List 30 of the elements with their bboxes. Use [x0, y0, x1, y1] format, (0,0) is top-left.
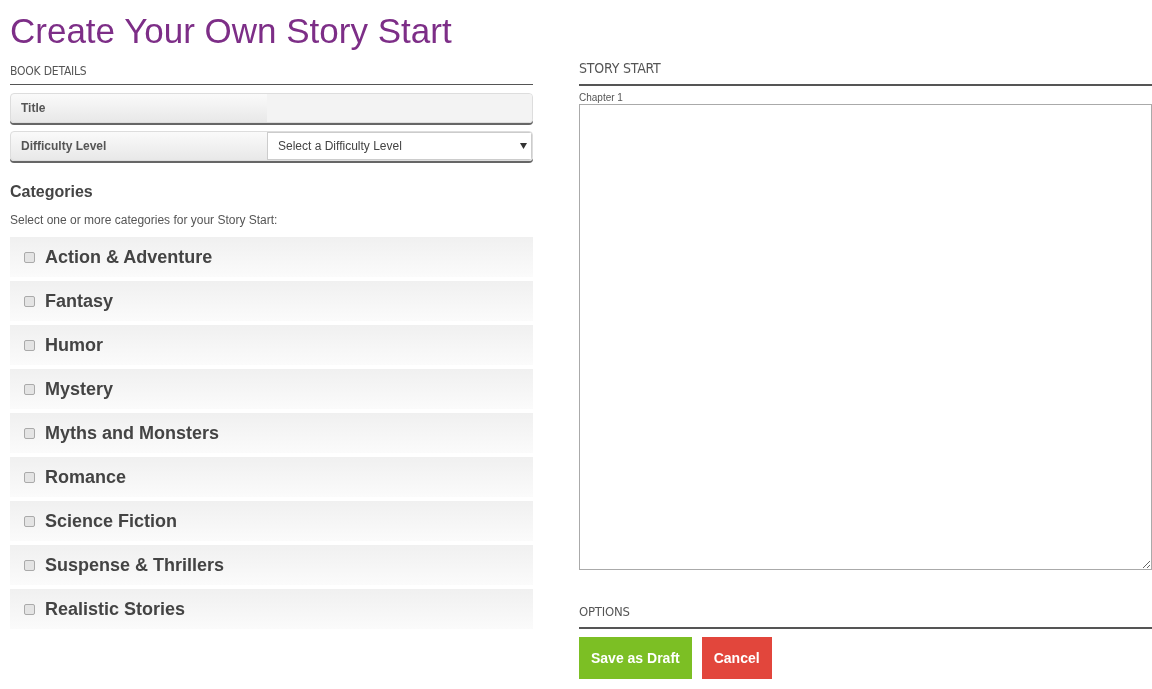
categories-hint: Select one or more categories for your Story Start:: [10, 213, 279, 227]
categories-heading: Categories: [10, 183, 94, 201]
category-label: Science Fiction: [45, 510, 178, 532]
checkbox[interactable]: [24, 339, 35, 351]
page-title: Create Your Own Story Start: [10, 10, 453, 52]
chapter-label: Chapter 1: [579, 92, 624, 103]
category-label: Romance: [45, 466, 127, 488]
field-label: Difficulty Level: [20, 138, 108, 155]
category-label: Suspense & Thrillers: [45, 554, 225, 576]
category-label: Fantasy: [45, 290, 114, 312]
checkbox[interactable]: [24, 515, 35, 527]
category-label: Humor: [45, 334, 103, 356]
save-button[interactable]: Save as Draft: [579, 637, 692, 679]
checkbox[interactable]: [24, 427, 35, 439]
difficulty-dropdown[interactable]: Select a Difficulty Level: [267, 132, 532, 160]
checkbox[interactable]: [24, 383, 35, 395]
checkbox[interactable]: [24, 559, 35, 571]
category-label: Myths and Monsters: [45, 422, 220, 444]
checkbox[interactable]: [24, 603, 35, 615]
section-heading: BOOK DETAILS: [10, 52, 533, 85]
checkbox[interactable]: [24, 295, 35, 307]
category-label: Mystery: [45, 378, 114, 400]
checkbox[interactable]: [24, 471, 35, 483]
category-label: Realistic Stories: [45, 598, 186, 620]
section-heading: OPTIONS: [579, 604, 1152, 629]
cancel-button[interactable]: Cancel: [701, 637, 772, 679]
section-heading: STORY START: [579, 60, 1152, 86]
caret-icon: [520, 143, 527, 149]
checkbox[interactable]: [24, 251, 35, 263]
category-label: Action & Adventure: [45, 246, 213, 268]
